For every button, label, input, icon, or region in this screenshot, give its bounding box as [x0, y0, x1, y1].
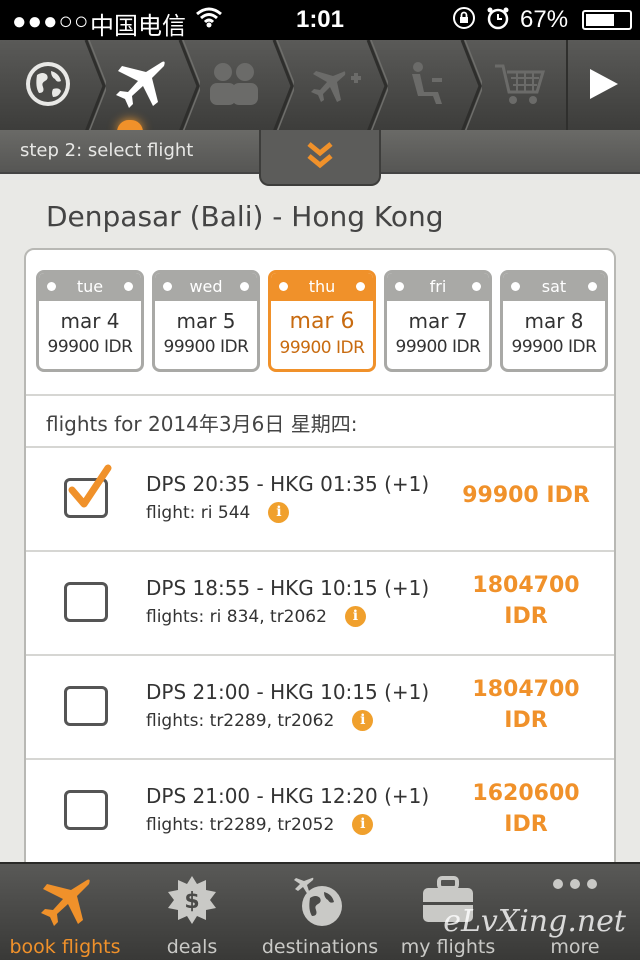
flight-number-text: flights: tr2289, tr2062	[146, 710, 335, 731]
step-label: step 2: select flight	[20, 140, 194, 161]
next-step-button[interactable]	[566, 40, 640, 132]
date-option-thu[interactable]: thu mar 6 99900 IDR	[268, 270, 376, 372]
price-amount: 99900 IDR	[462, 483, 590, 508]
flight-route: DPS 21:00 - HKG 12:20 (+1)	[146, 784, 430, 808]
divider	[26, 394, 614, 396]
flight-checkbox[interactable]	[64, 686, 108, 726]
flight-price: 1620600 IDR	[446, 778, 606, 840]
date-day: mar 7	[408, 309, 468, 333]
battery-icon	[582, 10, 632, 30]
watermark: eLvXing.net	[443, 904, 626, 939]
date-day: mar 8	[524, 309, 584, 333]
date-option-fri[interactable]: fri mar 7 99900 IDR	[384, 270, 492, 372]
globe-plane-icon	[292, 874, 348, 928]
tab-label: book flights	[9, 936, 121, 958]
flight-price: 1804700 IDR	[446, 570, 606, 632]
date-price: 99900 IDR	[279, 338, 365, 358]
price-currency: IDR	[504, 708, 548, 733]
tab-label: destinations	[261, 936, 379, 958]
seat-icon	[408, 60, 448, 112]
deals-badge-icon: $	[166, 874, 218, 928]
alarm-icon	[486, 6, 510, 37]
flight-row[interactable]: DPS 21:00 - HKG 10:15 (+1) flights: tr228…	[26, 656, 614, 760]
step-flight[interactable]	[92, 40, 188, 132]
date-price: 99900 IDR	[47, 337, 133, 357]
flight-route: DPS 20:35 - HKG 01:35 (+1)	[146, 472, 430, 496]
date-option-tue[interactable]: tue mar 4 99900 IDR	[36, 270, 144, 372]
flight-number: flights: tr2289, tr2052 i	[146, 814, 374, 835]
info-icon[interactable]: i	[344, 606, 366, 627]
tab-deals[interactable]: $ deals	[130, 864, 254, 960]
date-weekday: wed	[155, 273, 257, 301]
price-currency: IDR	[504, 812, 548, 837]
flight-number: flights: tr2289, tr2062 i	[146, 710, 374, 731]
flight-row[interactable]: DPS 18:55 - HKG 10:15 (+1) flights: ri 83…	[26, 552, 614, 656]
date-picker: tue mar 4 99900 IDR wed mar 5 99900 IDR thu mar…	[36, 270, 608, 372]
double-chevron-down-icon	[305, 140, 335, 174]
date-price: 99900 IDR	[395, 337, 481, 357]
step-globe[interactable]	[0, 40, 96, 132]
info-icon[interactable]: i	[352, 710, 374, 731]
date-day: mar 6	[289, 309, 355, 334]
flight-price: 1804700 IDR	[446, 674, 606, 736]
tab-destinations[interactable]: destinations	[254, 864, 386, 960]
plane-icon	[37, 874, 93, 928]
date-weekday: thu	[271, 273, 373, 301]
flight-number: flights: ri 834, tr2062 i	[146, 606, 366, 627]
flight-number-text: flight: ri 544	[146, 502, 251, 523]
flight-checkbox[interactable]	[64, 582, 108, 622]
tab-label: more	[550, 936, 600, 958]
svg-text:$: $	[184, 889, 199, 914]
flight-row[interactable]: DPS 20:35 - HKG 01:35 (+1) flight: ri 544…	[26, 448, 614, 552]
flight-number-text: flights: tr2289, tr2052	[146, 814, 335, 835]
date-price: 99900 IDR	[511, 337, 597, 357]
battery-percent: 67%	[520, 6, 569, 33]
date-day: mar 5	[176, 309, 236, 333]
tab-label: deals	[166, 936, 218, 958]
weekday-label: tue	[76, 277, 104, 296]
status-bar: ●●●○○ 中国电信 1:01 67%	[0, 0, 640, 40]
date-option-wed[interactable]: wed mar 5 99900 IDR	[152, 270, 260, 372]
play-icon	[588, 67, 620, 105]
checkmark-icon	[66, 464, 114, 516]
price-currency: IDR	[504, 604, 548, 629]
cart-icon	[493, 62, 547, 110]
flight-row[interactable]: DPS 21:00 - HKG 12:20 (+1) flights: tr228…	[26, 760, 614, 864]
weekday-label: thu	[308, 277, 336, 296]
flight-route: DPS 18:55 - HKG 10:15 (+1)	[146, 576, 430, 600]
date-weekday: tue	[39, 273, 141, 301]
date-option-sat[interactable]: sat mar 8 99900 IDR	[500, 270, 608, 372]
flight-number-text: flights: ri 834, tr2062	[146, 606, 327, 627]
step-checkout[interactable]	[472, 40, 568, 132]
plane-icon	[112, 56, 168, 116]
flights-header: flights for 2014年3月6日 星期四:	[46, 412, 358, 436]
tab-label: my flights	[400, 936, 496, 958]
plane-plus-icon	[309, 62, 363, 110]
step-passengers[interactable]	[186, 40, 282, 132]
price-amount: 1804700	[472, 677, 580, 702]
passengers-icon	[207, 61, 261, 111]
weekday-label: sat	[541, 277, 567, 296]
flight-price: 99900 IDR	[446, 480, 606, 511]
tab-book-flights[interactable]: book flights	[0, 864, 130, 960]
info-icon[interactable]: i	[268, 502, 290, 523]
info-icon[interactable]: i	[352, 814, 374, 835]
booking-steps-bar	[0, 40, 640, 132]
date-day: mar 4	[60, 309, 120, 333]
collapse-steps-button[interactable]	[259, 130, 381, 186]
globe-icon	[23, 59, 73, 113]
date-price: 99900 IDR	[163, 337, 249, 357]
flight-number: flight: ri 544 i	[146, 502, 290, 523]
flight-route: DPS 21:00 - HKG 10:15 (+1)	[146, 680, 430, 704]
weekday-label: fri	[429, 277, 447, 296]
route-title: Denpasar (Bali) - Hong Kong	[46, 200, 444, 233]
price-amount: 1804700	[472, 573, 580, 598]
price-amount: 1620600	[472, 781, 580, 806]
weekday-label: wed	[189, 277, 223, 296]
flight-checkbox[interactable]	[64, 790, 108, 830]
date-weekday: sat	[503, 273, 605, 301]
flight-selection-card: tue mar 4 99900 IDR wed mar 5 99900 IDR thu mar…	[24, 248, 616, 868]
date-weekday: fri	[387, 273, 489, 301]
rotation-lock-icon	[452, 6, 476, 37]
